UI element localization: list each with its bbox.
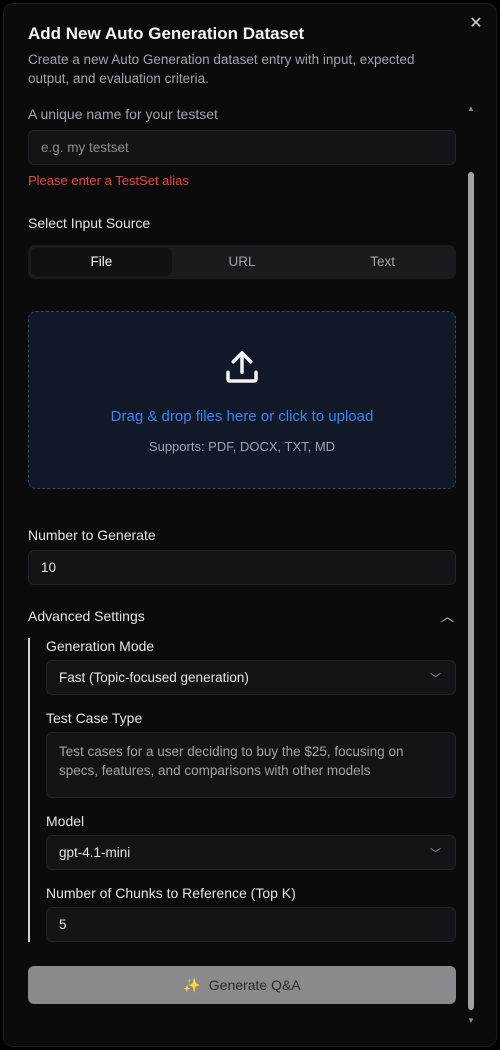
test-case-type-label: Test Case Type [46, 710, 143, 726]
scrollbar[interactable]: ▲ ▼ [466, 104, 476, 1026]
file-dropzone[interactable]: Drag & drop files here or click to uploa… [28, 311, 456, 489]
model-value: gpt-4.1-mini [59, 845, 131, 860]
advanced-settings-label: Advanced Settings [28, 608, 145, 624]
dialog: Add New Auto Generation Dataset Create a… [3, 3, 497, 1047]
scroll-up-arrow-icon[interactable]: ▲ [466, 104, 476, 114]
model-select[interactable]: gpt-4.1-mini ﹀ [46, 835, 456, 870]
generation-mode-select[interactable]: Fast (Topic-focused generation) ﹀ [46, 660, 456, 695]
number-to-generate-input[interactable]: 10 [28, 550, 456, 585]
advanced-settings-toggle[interactable]: Advanced Settings ︿ [28, 606, 456, 626]
tab-url[interactable]: URL [172, 248, 313, 276]
generate-qa-label: Generate Q&A [208, 977, 301, 993]
alias-label: A unique name for your testset [28, 106, 218, 122]
dropzone-main-text: Drag & drop files here or click to uploa… [110, 408, 374, 425]
tab-file[interactable]: File [31, 248, 172, 276]
scroll-down-arrow-icon[interactable]: ▼ [466, 1016, 476, 1026]
alias-error: Please enter a TestSet alias [28, 173, 189, 188]
dropzone-sub-text: Supports: PDF, DOCX, TXT, MD [148, 439, 336, 454]
input-source-label: Select Input Source [28, 215, 151, 231]
upload-icon [226, 351, 258, 383]
form-scroll-area[interactable]: A unique name for your testset Please en… [4, 100, 496, 1030]
alias-input[interactable] [28, 130, 456, 165]
dialog-title: Add New Auto Generation Dataset [28, 24, 305, 43]
sparkle-icon: ✨ [183, 976, 201, 993]
generate-qa-button[interactable]: ✨ Generate Q&A [28, 966, 456, 1004]
model-label: Model [46, 813, 85, 829]
tab-text[interactable]: Text [312, 248, 453, 276]
top-k-value: 5 [59, 917, 67, 932]
scrollbar-thumb[interactable] [468, 172, 474, 1010]
test-case-type-textarea[interactable]: Test cases for a user deciding to buy th… [46, 732, 456, 798]
top-k-input[interactable]: 5 [46, 907, 456, 942]
generation-mode-value: Fast (Topic-focused generation) [59, 670, 249, 685]
generation-mode-label: Generation Mode [46, 638, 155, 654]
top-k-label: Number of Chunks to Reference (Top K) [46, 885, 296, 901]
input-source-tabs: File URL Text [28, 245, 456, 279]
advanced-settings-panel: Generation Mode Fast (Topic-focused gene… [28, 638, 456, 942]
close-icon[interactable]: ✕ [466, 14, 486, 34]
number-to-generate-value: 10 [41, 560, 57, 575]
dialog-subtitle: Create a new Auto Generation dataset ent… [28, 52, 415, 86]
chevron-up-icon: ︿ [440, 609, 454, 624]
number-to-generate-label: Number to Generate [28, 527, 156, 543]
chevron-down-icon: ﹀ [430, 847, 441, 860]
chevron-down-icon: ﹀ [430, 672, 441, 685]
